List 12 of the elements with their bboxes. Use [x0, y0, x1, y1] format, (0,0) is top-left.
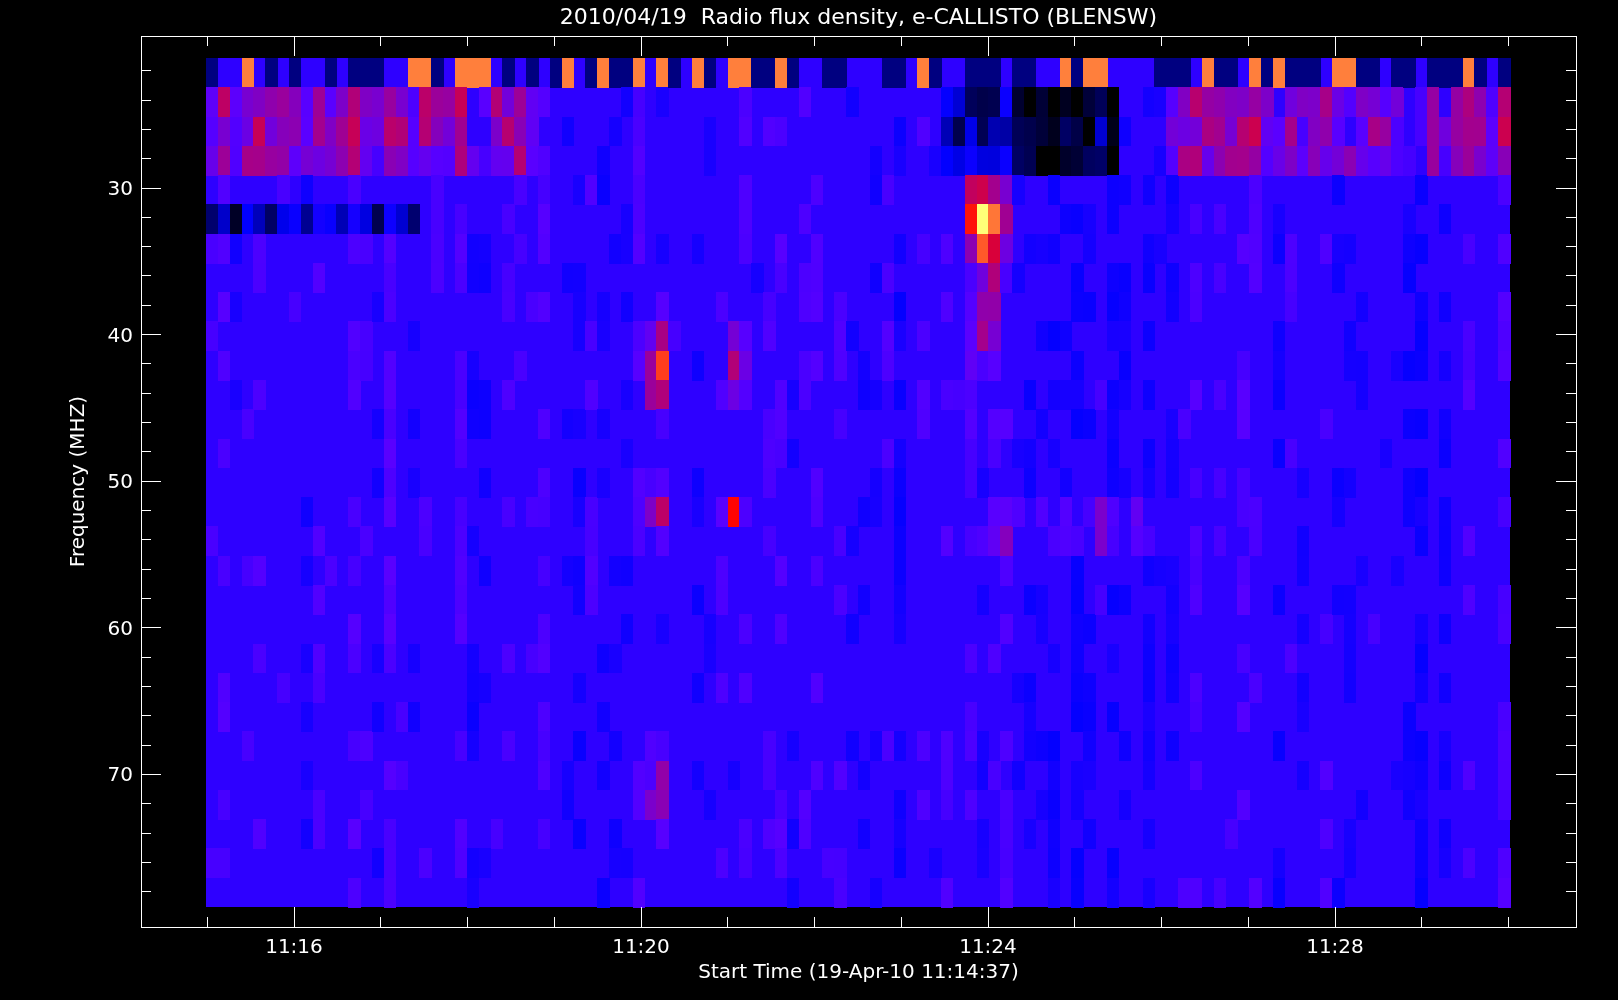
- plot-title: 2010/04/19 Radio flux density, e-CALLISTO (BLENSW): [559, 4, 1158, 29]
- x-axis-label: Start Time (19-Apr-10 11:14:37): [698, 959, 1019, 983]
- y-tick-label: 40: [107, 322, 133, 347]
- y-axis-label: Frequency (MHZ): [65, 395, 89, 568]
- x-tick-label: 11:16: [265, 934, 323, 958]
- x-tick-label: 11:28: [1306, 934, 1364, 958]
- x-tick-label: 11:20: [612, 934, 670, 958]
- x-tick-label: 11:24: [959, 934, 1017, 958]
- y-tick-label: 70: [107, 762, 133, 787]
- y-tick-label: 30: [107, 176, 133, 200]
- y-tick-label: 50: [107, 469, 133, 494]
- y-tick-label: 60: [107, 615, 133, 640]
